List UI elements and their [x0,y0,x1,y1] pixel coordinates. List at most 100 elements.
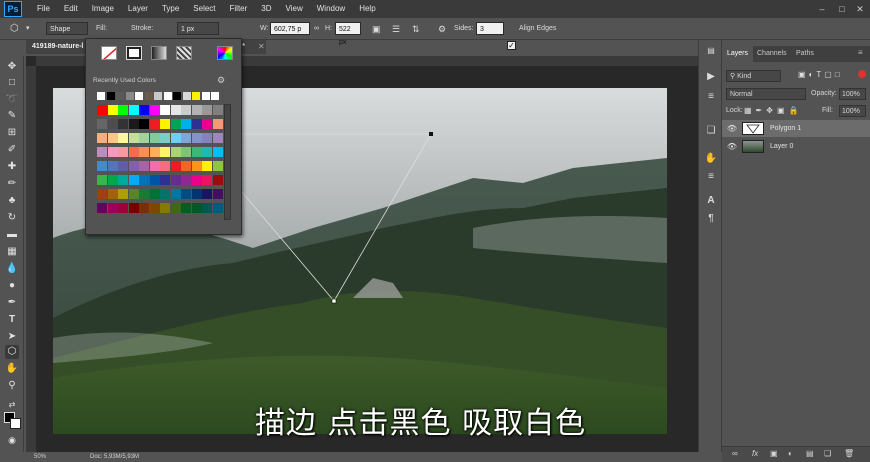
color-swatch[interactable] [128,161,139,171]
color-swatch[interactable] [170,119,181,129]
shape-icon[interactable]: ⬡ [5,345,19,359]
adjustment-layer-icon[interactable]: ◐ [788,449,793,458]
polygon-tool-icon[interactable]: ⬡ [10,23,19,35]
layer-comps-icon[interactable]: ❏ [704,124,718,138]
filter-kind-dropdown[interactable]: ⚲ Kind [726,70,781,82]
tab-channels[interactable]: Channels [752,46,792,62]
gradient-icon[interactable]: ▦ [5,245,19,259]
gradient-button[interactable] [151,46,167,60]
tool-preset-dropdown-icon[interactable]: ▾ [26,23,30,35]
color-swatch[interactable] [191,105,202,115]
color-swatch[interactable] [181,133,191,143]
color-swatch[interactable] [170,189,181,199]
color-swatch[interactable] [202,203,212,213]
character-icon[interactable]: ≡ [704,90,718,104]
color-swatch[interactable] [128,119,139,129]
menu-select[interactable]: Select [186,0,222,18]
color-swatch[interactable] [118,133,128,143]
color-swatch[interactable] [118,161,128,171]
color-swatch[interactable] [170,203,181,213]
color-swatch[interactable] [160,119,170,129]
quick-select-icon[interactable]: ✎ [5,109,19,123]
new-layer-icon[interactable]: ❏ [824,449,831,458]
move-icon[interactable]: ✥ [5,60,19,74]
menu-filter[interactable]: Filter [223,0,255,18]
color-swatch[interactable] [118,119,128,129]
color-swatch[interactable] [107,147,118,157]
visibility-eye-icon[interactable]: 👁 [726,120,738,137]
lasso-icon[interactable]: ➰ [5,93,19,107]
color-swatch[interactable] [107,175,118,185]
history-icon[interactable]: ▤ [704,44,718,58]
eyedropper-icon[interactable]: ✐ [5,143,19,157]
color-swatch[interactable] [202,133,212,143]
color-swatch[interactable] [149,105,160,115]
color-swatch[interactable] [107,203,118,213]
recent-color-swatch[interactable] [97,92,105,100]
menu-3d[interactable]: 3D [254,0,278,18]
color-swatch[interactable] [202,161,212,171]
panel-menu-icon[interactable]: ≡ [858,48,863,57]
recent-color-swatch[interactable] [182,92,191,100]
color-swatch[interactable] [149,147,160,157]
path-arrangement-icon[interactable]: ⇅ [412,23,420,35]
color-swatch[interactable] [181,119,191,129]
color-swatch[interactable] [191,175,202,185]
color-swatch[interactable] [139,189,149,199]
color-swatch[interactable] [149,133,160,143]
visibility-eye-icon[interactable]: 👁 [726,138,738,155]
minimize-icon[interactable]: – [812,0,832,18]
color-swatch[interactable] [181,203,191,213]
menu-layer[interactable]: Layer [121,0,155,18]
menu-type[interactable]: Type [155,0,186,18]
color-swatch[interactable] [107,161,118,171]
color-swatch[interactable] [160,147,170,157]
color-swatch[interactable] [149,119,160,129]
menu-edit[interactable]: Edit [57,0,85,18]
color-swatch[interactable] [160,105,170,115]
history-brush-icon[interactable]: ↻ [5,211,19,225]
tab-paths[interactable]: Paths [791,46,819,62]
healing-icon[interactable]: ✚ [5,160,19,174]
fill-field[interactable]: 100% [839,105,866,117]
pen-icon[interactable]: ✒ [5,296,19,310]
mask-icon[interactable]: ▣ [770,449,778,458]
maximize-icon[interactable]: □ [832,0,852,18]
color-swatch[interactable] [139,105,149,115]
recent-color-swatch[interactable] [106,92,115,100]
color-swatch[interactable] [160,133,170,143]
shape-mode-dropdown[interactable]: Shape [46,22,88,35]
color-swatch[interactable] [139,147,149,157]
layer-row-polygon[interactable]: 👁 Polygon 1 [722,120,870,137]
menu-image[interactable]: Image [85,0,121,18]
recent-color-swatch[interactable] [201,92,210,100]
menu-view[interactable]: View [279,0,310,18]
color-swatch[interactable] [170,161,181,171]
layer-filter-icons[interactable]: ▣◐T▢□ [798,70,843,79]
align-edges-checkbox[interactable]: ✓ [507,41,516,50]
group-icon[interactable]: ▤ [806,449,814,458]
pattern-button[interactable] [176,46,192,60]
color-swatch[interactable] [149,189,160,199]
color-swatch[interactable] [160,189,170,199]
color-picker-button[interactable] [217,46,233,60]
color-swatch[interactable] [149,203,160,213]
color-swatch[interactable] [97,203,107,213]
color-swatch[interactable] [118,147,128,157]
color-swatch[interactable] [212,133,223,143]
close-tab-icon[interactable]: ✕ [258,40,265,54]
gear-icon[interactable]: ⚙ [438,23,446,35]
color-swatch[interactable] [149,175,160,185]
adjustments-icon[interactable]: ≡ [704,170,718,184]
menu-file[interactable]: File [30,0,57,18]
color-swatch[interactable] [160,175,170,185]
width-field[interactable]: 602,75 p [270,22,310,35]
color-swatch[interactable] [212,119,223,129]
color-swatch[interactable] [97,105,107,115]
height-field[interactable]: 522 px [335,22,361,46]
no-color-button[interactable] [101,46,117,60]
color-swatch[interactable] [202,105,212,115]
color-swatch[interactable] [212,189,223,199]
color-swatch[interactable] [191,147,202,157]
recent-color-swatch[interactable] [116,92,124,100]
